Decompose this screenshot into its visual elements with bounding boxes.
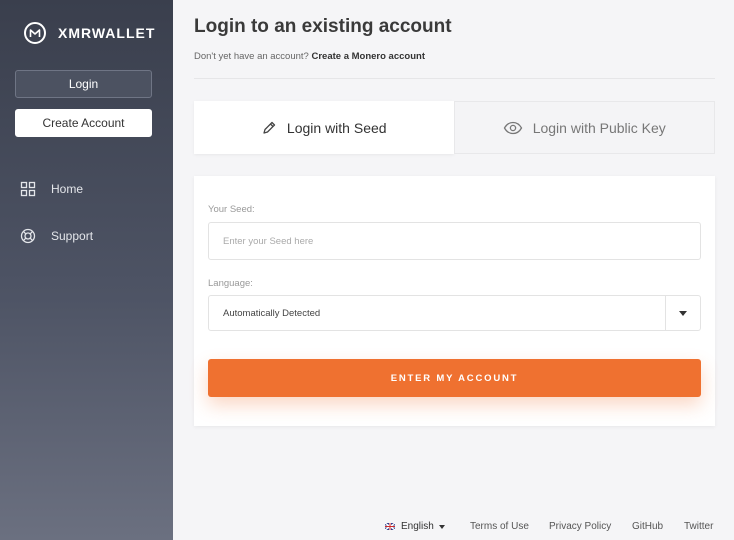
login-form-card: Your Seed: Language: Automatically Detec… [194,176,715,426]
sidebar-item-home[interactable]: Home [20,181,83,197]
account-prompt-text: Don't yet have an account? [194,51,309,62]
language-selected-value: Automatically Detected [223,307,321,319]
sidebar-item-label: Support [51,229,94,243]
footer-language-label: English [401,521,434,532]
create-account-button[interactable]: Create Account [15,109,152,137]
tab-label: Login with Seed [286,119,387,136]
enter-my-account-button[interactable]: ENTER MY ACCOUNT [208,359,701,397]
login-button[interactable]: Login [15,70,152,98]
brand-name: XMRWALLET [58,25,156,41]
footer-link-privacy[interactable]: Privacy Policy [549,521,611,532]
monero-logo-icon [24,22,46,44]
sidebar: XMRWALLET Login Create Account Home Supp… [0,0,173,540]
grid-icon [20,181,36,197]
footer-link-terms[interactable]: Terms of Use [470,521,529,532]
pen-icon [261,120,277,136]
sidebar-item-support[interactable]: Support [20,228,93,244]
login-tabs: Login with Seed Login with Public Key [194,101,715,154]
tab-login-with-seed[interactable]: Login with Seed [194,101,454,154]
caret-down-icon[interactable] [665,296,700,330]
divider [194,78,715,79]
main-content: Login to an existing account Don't yet h… [173,0,734,540]
page-title: Login to an existing account [194,16,452,37]
uk-flag-icon [385,523,395,530]
account-prompt: Don't yet have an account? Create a Mone… [194,51,425,62]
footer-language-selector[interactable]: English [385,521,445,532]
seed-label: Your Seed: [208,204,255,215]
language-select[interactable]: Automatically Detected [208,295,701,331]
lifebuoy-icon [20,228,36,244]
caret-down-icon [438,524,445,529]
sidebar-item-label: Home [51,182,84,196]
language-label: Language: [208,278,253,289]
footer-link-twitter[interactable]: Twitter [684,521,713,532]
tab-label: Login with Public Key [532,119,666,136]
eye-icon [503,121,523,135]
create-monero-account-link[interactable]: Create a Monero account [311,51,425,62]
brand[interactable]: XMRWALLET [24,22,155,44]
seed-input[interactable] [208,222,701,260]
footer-link-github[interactable]: GitHub [632,521,663,532]
tab-login-with-public-key[interactable]: Login with Public Key [453,101,715,154]
